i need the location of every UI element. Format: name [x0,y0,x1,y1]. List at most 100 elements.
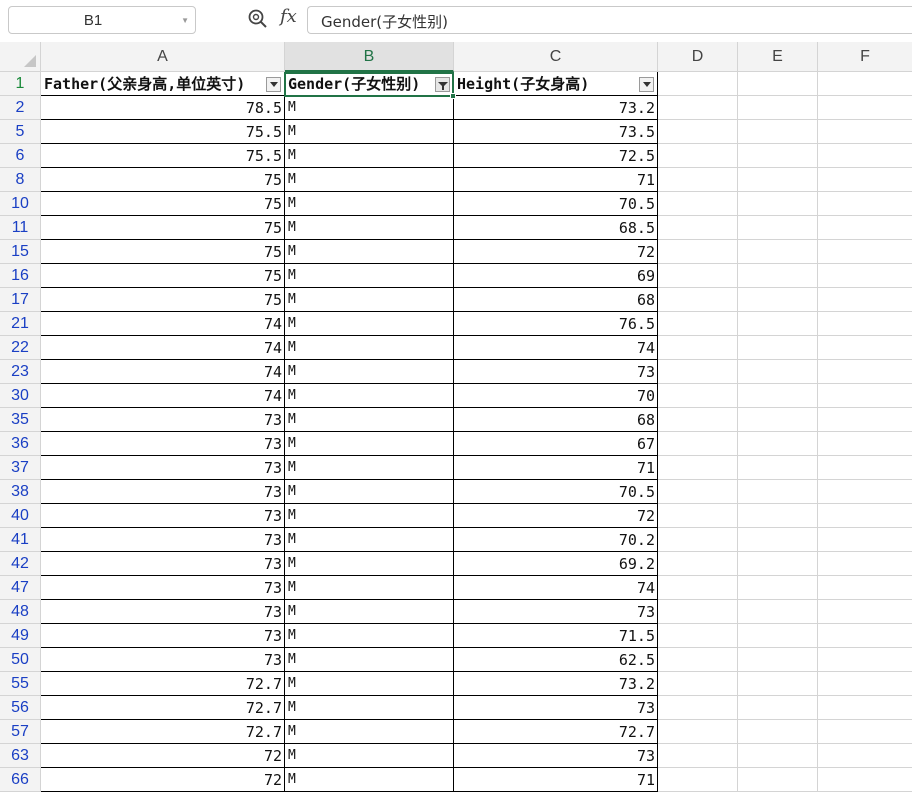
father-height-cell[interactable]: 75.5 [41,144,285,168]
empty-cell[interactable] [738,240,818,264]
empty-cell[interactable] [818,96,912,120]
gender-cell[interactable]: M [285,696,454,720]
empty-cell[interactable] [738,288,818,312]
gender-cell[interactable]: M [285,96,454,120]
zoom-icon[interactable] [247,8,269,30]
empty-cell[interactable] [738,432,818,456]
child-height-cell[interactable]: 73 [454,360,658,384]
father-height-cell[interactable]: 72.7 [41,672,285,696]
empty-cell[interactable] [738,648,818,672]
father-height-cell[interactable]: 75 [41,288,285,312]
father-height-cell[interactable]: 73 [41,552,285,576]
empty-cell[interactable] [658,216,738,240]
gender-cell[interactable]: M [285,144,454,168]
empty-cell[interactable] [658,432,738,456]
child-height-cell[interactable]: 73.2 [454,672,658,696]
row-header-1[interactable]: 1 [0,72,41,96]
empty-cell[interactable] [818,768,912,792]
column-header-e[interactable]: E [738,42,818,72]
row-header[interactable]: 37 [0,456,41,480]
empty-cell[interactable] [738,576,818,600]
gender-cell[interactable]: M [285,360,454,384]
row-header[interactable]: 21 [0,312,41,336]
empty-cell[interactable] [818,120,912,144]
empty-cell[interactable] [658,768,738,792]
gender-cell[interactable]: M [285,480,454,504]
select-all-corner[interactable] [0,42,41,72]
empty-cell[interactable] [658,264,738,288]
child-height-cell[interactable]: 71 [454,456,658,480]
empty-cell[interactable] [818,696,912,720]
empty-cell[interactable] [818,600,912,624]
father-height-cell[interactable]: 75 [41,264,285,288]
child-height-cell[interactable]: 72.7 [454,720,658,744]
empty-cell[interactable] [738,192,818,216]
child-height-cell[interactable]: 69 [454,264,658,288]
gender-cell[interactable]: M [285,312,454,336]
empty-cell[interactable] [738,504,818,528]
column-header-a[interactable]: A [41,42,285,72]
row-header[interactable]: 47 [0,576,41,600]
column-header-f[interactable]: F [818,42,912,72]
gender-cell[interactable]: M [285,408,454,432]
gender-cell[interactable]: M [285,624,454,648]
father-height-cell[interactable]: 73 [41,504,285,528]
child-height-cell[interactable]: 69.2 [454,552,658,576]
gender-cell[interactable]: M [285,648,454,672]
empty-cell[interactable] [738,312,818,336]
gender-cell[interactable]: M [285,552,454,576]
child-height-cell[interactable]: 70.5 [454,480,658,504]
father-height-cell[interactable]: 74 [41,336,285,360]
empty-cell[interactable] [818,192,912,216]
empty-cell[interactable] [658,528,738,552]
empty-cell[interactable] [658,552,738,576]
empty-cell[interactable] [818,456,912,480]
child-height-cell[interactable]: 62.5 [454,648,658,672]
empty-cell[interactable] [658,288,738,312]
gender-cell[interactable]: M [285,672,454,696]
empty-cell[interactable] [658,624,738,648]
empty-cell[interactable] [738,264,818,288]
gender-cell[interactable]: M [285,120,454,144]
empty-cell[interactable] [818,528,912,552]
empty-cell[interactable] [738,120,818,144]
father-height-cell[interactable]: 78.5 [41,96,285,120]
gender-cell[interactable]: M [285,456,454,480]
filter-active-b[interactable] [435,77,450,92]
child-height-cell[interactable]: 71 [454,168,658,192]
child-height-cell[interactable]: 72 [454,240,658,264]
empty-cell[interactable] [658,240,738,264]
gender-cell[interactable]: M [285,240,454,264]
child-height-cell[interactable]: 73 [454,696,658,720]
empty-cell[interactable] [658,408,738,432]
empty-cell[interactable] [818,408,912,432]
empty-cell[interactable] [818,720,912,744]
father-height-cell[interactable]: 73 [41,528,285,552]
father-height-cell[interactable]: 75.5 [41,120,285,144]
empty-cell[interactable] [658,456,738,480]
header-cell-gender[interactable]: Gender(子女性别) [285,72,454,96]
empty-cell[interactable] [738,480,818,504]
row-header[interactable]: 55 [0,672,41,696]
empty-cell[interactable] [818,216,912,240]
row-header[interactable]: 50 [0,648,41,672]
row-header[interactable]: 8 [0,168,41,192]
father-height-cell[interactable]: 73 [41,576,285,600]
empty-cell[interactable] [738,624,818,648]
row-header[interactable]: 16 [0,264,41,288]
empty-cell[interactable] [818,624,912,648]
child-height-cell[interactable]: 68 [454,288,658,312]
row-header[interactable]: 6 [0,144,41,168]
header-cell-father[interactable]: Father(父亲身高,单位英寸) [41,72,285,96]
child-height-cell[interactable]: 73.2 [454,96,658,120]
child-height-cell[interactable]: 70 [454,384,658,408]
gender-cell[interactable]: M [285,432,454,456]
row-header[interactable]: 17 [0,288,41,312]
empty-cell[interactable] [738,408,818,432]
row-header[interactable]: 30 [0,384,41,408]
gender-cell[interactable]: M [285,504,454,528]
empty-cell[interactable] [738,744,818,768]
father-height-cell[interactable]: 74 [41,384,285,408]
gender-cell[interactable]: M [285,576,454,600]
empty-cell[interactable] [738,72,818,96]
